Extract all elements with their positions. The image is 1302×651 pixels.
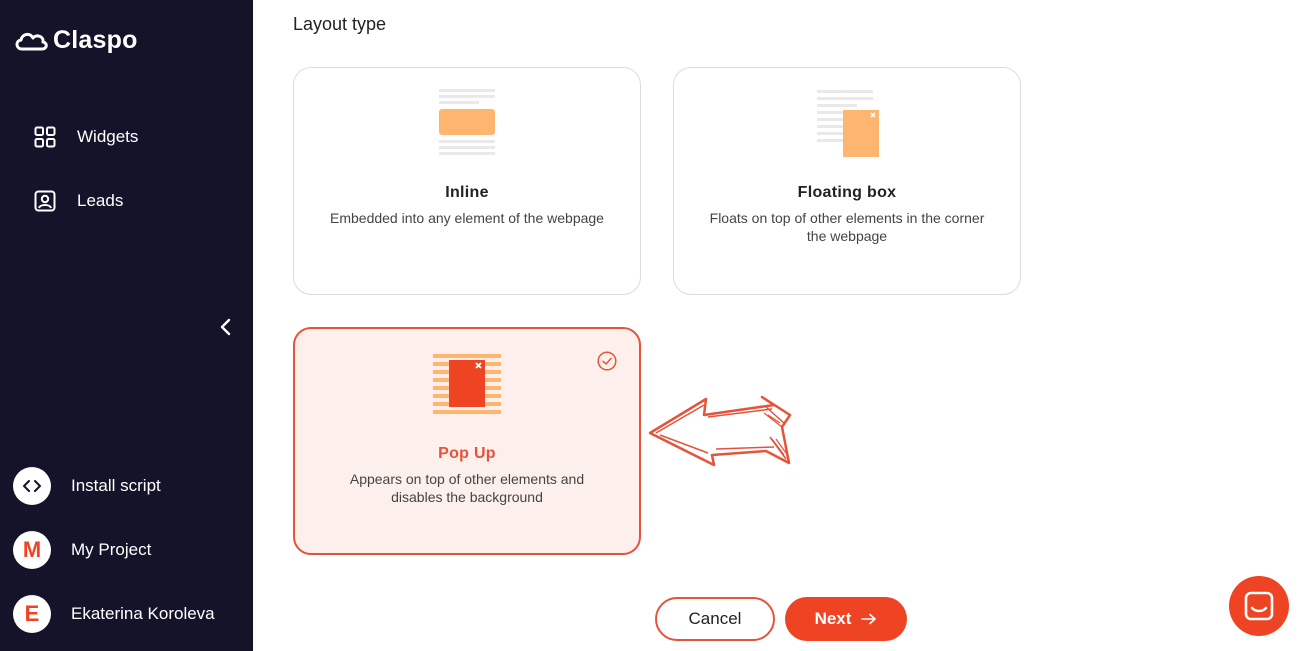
pop-up-layout-icon — [433, 354, 501, 414]
brand-name: Claspo — [53, 26, 138, 54]
install-script-label: Install script — [71, 476, 161, 495]
code-icon — [13, 467, 51, 505]
card-description: Appears on top of other elements and dis… — [349, 471, 585, 505]
card-description: Floats on top of other elements in the c… — [709, 210, 985, 244]
logo[interactable]: Claspo — [13, 26, 138, 55]
card-title: Inline — [445, 184, 489, 201]
layout-card-floating-box[interactable]: Floating box Floats on top of other elem… — [673, 67, 1021, 295]
chat-icon — [1244, 591, 1274, 621]
layout-card-inline[interactable]: Inline Embedded into any element of the … — [293, 67, 641, 295]
layout-card-pop-up[interactable]: Pop Up Appears on top of other elements … — [293, 327, 641, 555]
sidebar: Claspo Widgets Leads Install script M My… — [0, 0, 253, 651]
user-item[interactable]: E Ekaterina Koroleva — [13, 595, 215, 633]
chat-widget-button[interactable] — [1229, 576, 1289, 636]
sidebar-item-widgets[interactable]: Widgets — [34, 126, 138, 148]
card-description: Embedded into any element of the webpage — [330, 210, 604, 226]
arrow-right-icon — [861, 613, 877, 625]
page-title: Layout type — [293, 14, 387, 34]
sidebar-item-label: Leads — [77, 191, 124, 210]
cancel-button[interactable]: Cancel — [655, 597, 775, 641]
annotation-arrow-icon — [648, 395, 792, 467]
sidebar-item-leads[interactable]: Leads — [34, 190, 123, 212]
project-label: My Project — [71, 540, 152, 559]
next-button[interactable]: Next — [785, 597, 907, 641]
floating-box-layout-icon — [817, 90, 879, 157]
collapse-sidebar-button[interactable] — [218, 318, 234, 341]
card-title: Pop Up — [438, 445, 496, 462]
next-label: Next — [814, 609, 852, 628]
user-name: Ekaterina Koroleva — [71, 604, 215, 623]
inline-layout-icon — [439, 89, 495, 155]
contact-card-icon — [34, 190, 56, 212]
project-avatar: M — [13, 531, 51, 569]
sidebar-item-label: Widgets — [77, 127, 139, 146]
avatar: E — [13, 595, 51, 633]
install-script-item[interactable]: Install script — [13, 467, 161, 505]
cancel-label: Cancel — [688, 609, 742, 628]
card-title: Floating box — [797, 184, 897, 201]
grid-icon — [34, 126, 56, 148]
checkmark-circle-icon — [597, 351, 617, 371]
chevron-left-icon — [220, 318, 231, 336]
cloud-icon — [15, 32, 48, 50]
project-item[interactable]: M My Project — [13, 531, 151, 569]
